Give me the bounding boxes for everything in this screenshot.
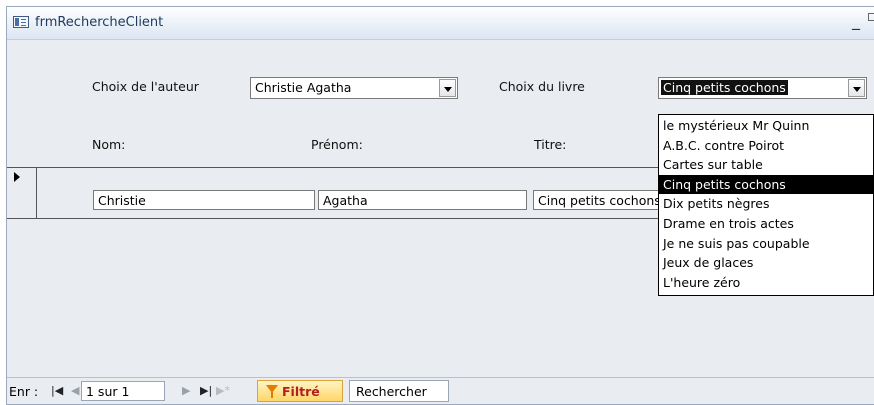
author-dropdown-button[interactable] — [439, 79, 456, 97]
prenom-field[interactable]: Agatha — [318, 190, 527, 210]
book-option[interactable]: Jeux de glaces — [659, 253, 873, 273]
window-title: frmRechercheClient — [35, 15, 164, 30]
last-record-icon[interactable]: ▶| — [200, 384, 212, 397]
book-option[interactable]: le mystérieux Mr Quinn — [659, 116, 873, 136]
titre-field-value: Cinq petits cochons — [538, 193, 661, 208]
book-combobox[interactable]: Cinq petits cochons — [658, 77, 867, 99]
record-navigation-bar: Enr : |◀ ◀ 1 sur 1 ▶ ▶| ▶* Filtré Recher… — [7, 377, 874, 404]
record-position-value: 1 sur 1 — [86, 384, 130, 399]
book-option[interactable]: L'heure zéro — [659, 273, 873, 293]
titre-field[interactable]: Cinq petits cochons — [533, 190, 663, 210]
book-option[interactable]: Dix petits nègres — [659, 194, 873, 214]
form-icon — [13, 16, 29, 28]
search-placeholder: Rechercher — [356, 384, 427, 399]
next-record-icon[interactable]: ▶ — [182, 384, 190, 397]
author-label: Choix de l'auteur — [92, 79, 199, 94]
record-position-field[interactable]: 1 sur 1 — [81, 381, 165, 401]
column-header-titre: Titre: — [534, 137, 567, 152]
book-dropdown-list: le mystérieux Mr Quinn A.B.C. contre Poi… — [658, 114, 874, 296]
book-option-selected[interactable]: Cinq petits cochons — [659, 174, 873, 195]
nom-field-value: Christie — [98, 193, 146, 208]
book-option[interactable]: A.B.C. contre Poirot — [659, 136, 873, 156]
minimize-button[interactable]: _ — [852, 11, 860, 30]
new-record-icon[interactable]: ▶* — [216, 384, 230, 397]
search-input[interactable]: Rechercher — [349, 380, 449, 402]
book-option[interactable]: Drame en trois actes — [659, 214, 873, 234]
filter-label: Filtré — [282, 384, 320, 399]
restore-button[interactable] — [868, 13, 874, 21]
funnel-icon — [266, 385, 278, 398]
column-header-prenom: Prénom: — [311, 137, 363, 152]
book-dropdown-button[interactable] — [848, 79, 865, 97]
first-record-icon[interactable]: |◀ — [51, 384, 63, 397]
column-header-nom: Nom: — [92, 137, 126, 152]
prenom-field-value: Agatha — [323, 193, 368, 208]
form-window: frmRechercheClient _ Choix de l'auteur C… — [6, 6, 874, 405]
record-label: Enr : — [9, 384, 39, 399]
book-label: Choix du livre — [499, 79, 585, 94]
book-option[interactable]: Je ne suis pas coupable — [659, 234, 873, 254]
book-option[interactable]: Cartes sur table — [659, 155, 873, 175]
author-combobox[interactable]: Christie Agatha — [250, 77, 458, 99]
title-bar: frmRechercheClient _ — [7, 7, 874, 40]
author-combobox-value: Christie Agatha — [255, 80, 352, 95]
previous-record-icon[interactable]: ◀ — [71, 384, 79, 397]
nom-field[interactable]: Christie — [93, 190, 315, 210]
record-selector[interactable] — [7, 168, 37, 218]
book-combobox-value: Cinq petits cochons — [661, 80, 788, 95]
filter-toggle-button[interactable]: Filtré — [257, 380, 343, 402]
